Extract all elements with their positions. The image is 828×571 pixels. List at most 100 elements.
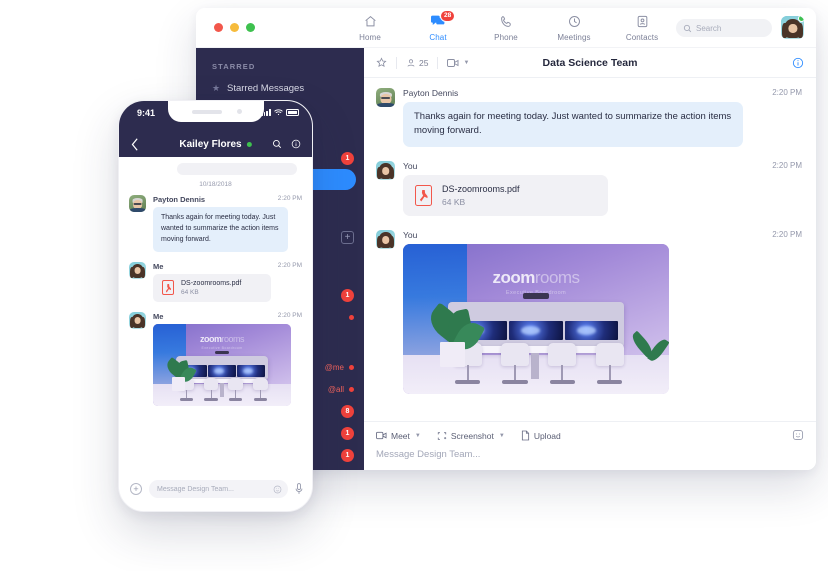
payton-avatar-image	[376, 88, 395, 107]
maximize-window-button[interactable]	[246, 23, 255, 32]
contacts-icon	[636, 14, 649, 30]
camera-bar	[215, 350, 229, 354]
chat-main-panel: 25 ▼ Data Science Team Payton Dennis Tha…	[364, 48, 816, 470]
clock-icon	[568, 14, 581, 30]
mobile-nav-actions	[272, 139, 301, 149]
wifi-icon	[274, 109, 283, 116]
info-icon[interactable]	[291, 139, 301, 149]
emoji-icon[interactable]	[273, 485, 282, 494]
contact-name: Kailey Flores	[179, 138, 242, 150]
avatar[interactable]	[129, 311, 146, 329]
date-separator: 10/18/2018	[199, 181, 232, 188]
plant-icon	[424, 295, 486, 367]
chat-header: 25 ▼ Data Science Team	[364, 48, 816, 78]
message-sender: Payton Dennis	[403, 88, 459, 98]
tab-meetings-label: Meetings	[557, 32, 591, 42]
search-placeholder: Search	[696, 23, 722, 33]
unread-badge: 1	[341, 426, 354, 440]
mobile-nav-bar: Kailey Flores	[119, 131, 312, 157]
microphone-icon[interactable]	[295, 483, 303, 495]
message-timestamp: 2:20 PM	[277, 261, 302, 269]
avatar[interactable]	[376, 229, 395, 249]
zoom-mobile-window: 9:41 Kailey Flores 10/18/2018 Payton Den…	[118, 100, 313, 512]
tab-chat[interactable]: 28 Chat	[415, 9, 461, 42]
message-item: Me DS-zoomrooms.pdf 64 KB 2:20 PM	[129, 261, 302, 302]
meet-button[interactable]: Meet ▼	[376, 431, 421, 441]
chevron-left-icon[interactable]	[131, 137, 139, 151]
tab-chat-label: Chat	[429, 32, 447, 42]
home-icon	[364, 14, 377, 30]
tab-home-label: Home	[359, 32, 381, 42]
unread-badge: 1	[341, 288, 354, 302]
message-timestamp: 2:20 PM	[772, 88, 802, 97]
search-input[interactable]: Search	[676, 19, 772, 37]
file-attachment[interactable]: DS-zoomrooms.pdf 64 KB	[153, 273, 271, 302]
screenshot-icon	[437, 431, 447, 441]
main-nav-tabs: Home 28 Chat Phone Meetings Contacts	[347, 9, 665, 42]
image-caption: Executive Boardroom	[201, 345, 243, 350]
upload-label: Upload	[533, 430, 561, 441]
emoji-icon[interactable]	[792, 429, 804, 441]
window-controls[interactable]	[214, 23, 255, 32]
file-size: 64 KB	[181, 288, 199, 296]
info-icon[interactable]	[792, 57, 804, 69]
file-attachment[interactable]: DS-zoomrooms.pdf 64 KB	[403, 174, 608, 216]
search-icon	[683, 24, 692, 33]
upload-file-icon	[521, 430, 530, 441]
status-time: 9:41	[137, 108, 156, 118]
message-input-placeholder: Message Design Team...	[157, 485, 234, 493]
video-meeting-button[interactable]: ▼	[447, 58, 469, 68]
sidebar-item-starred-messages[interactable]: ★ Starred Messages	[196, 77, 364, 99]
tab-home[interactable]: Home	[347, 14, 393, 42]
message-timestamp: 2:20 PM	[772, 160, 802, 170]
star-icon[interactable]	[376, 57, 387, 68]
message-item: Me zoomrooms Executive Boardroom 2:20 PM	[129, 311, 302, 406]
plus-icon[interactable]: +	[130, 483, 142, 495]
message-item: You DS-zoomrooms.pdf 64 KB 2:20 PM	[372, 160, 802, 216]
avatar[interactable]	[781, 16, 804, 39]
avatar[interactable]	[376, 160, 395, 180]
you-avatar-image	[376, 229, 395, 249]
message-list: Payton Dennis Thanks again for meeting t…	[364, 78, 816, 421]
message-text: Thanks again for meeting today. Just wan…	[153, 207, 288, 252]
search-icon[interactable]	[272, 139, 282, 149]
speaker-grille	[191, 110, 222, 114]
message-input[interactable]: Message Design Team...	[376, 449, 804, 460]
plus-icon: +	[341, 230, 354, 244]
minimize-window-button[interactable]	[230, 23, 239, 32]
message-input[interactable]: Message Design Team...	[149, 480, 288, 498]
file-name: DS-zoomrooms.pdf	[181, 279, 242, 287]
member-count: 25	[419, 57, 429, 68]
avatar[interactable]	[129, 261, 146, 279]
members-button[interactable]: 25	[406, 58, 428, 68]
screenshot-button[interactable]: Screenshot ▼	[437, 431, 505, 441]
image-attachment-zoom-rooms[interactable]: zoomrooms Executive Boardroom	[153, 323, 291, 406]
message-timestamp: 2:20 PM	[772, 229, 802, 239]
message-compose-bar: Meet ▼ Screenshot ▼ Upload Message Desig…	[364, 421, 816, 470]
phone-icon	[500, 14, 513, 30]
avatar[interactable]	[376, 88, 395, 107]
message-text: Thanks again for meeting today. Just wan…	[403, 102, 743, 147]
image-attachment-zoom-rooms[interactable]: zoomrooms Executive Boardroom	[403, 243, 669, 394]
tab-contacts-label: Contacts	[625, 32, 659, 42]
plant-icon	[163, 351, 197, 391]
tab-phone[interactable]: Phone	[483, 14, 529, 42]
zoom-rooms-logo: zoomrooms	[492, 267, 580, 287]
mention-all-label: @all	[327, 384, 344, 394]
avatar[interactable]	[129, 195, 146, 212]
zoom-rooms-logo: zoomrooms	[199, 334, 245, 345]
video-icon	[376, 431, 387, 440]
chevron-down-icon: ▼	[498, 432, 505, 439]
upload-button[interactable]: Upload	[521, 430, 561, 441]
tab-contacts[interactable]: Contacts	[619, 14, 665, 42]
meet-label: Meet	[391, 430, 410, 441]
message-sender: You	[403, 160, 418, 171]
pdf-file-icon	[162, 280, 174, 296]
close-window-button[interactable]	[214, 23, 223, 32]
tab-meetings[interactable]: Meetings	[551, 14, 597, 42]
divider	[396, 56, 397, 69]
payton-avatar-image	[129, 195, 146, 212]
star-icon: ★	[212, 82, 221, 93]
sidebar-item-label: Starred Messages	[227, 82, 305, 94]
signal-icon	[260, 109, 271, 116]
